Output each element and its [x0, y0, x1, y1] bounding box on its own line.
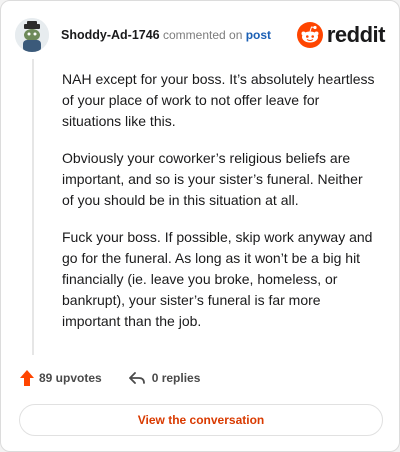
- avatar-snoo-icon: [15, 18, 49, 52]
- author-username[interactable]: Shoddy-Ad-1746: [61, 28, 160, 42]
- comment-meta: Shoddy-Ad-1746 commented on post: [61, 28, 271, 42]
- comment-footer: 89 upvotes 0 replies: [19, 369, 200, 387]
- replies-label: 0 replies: [151, 371, 201, 385]
- comment-paragraph: Obviously your coworker’s religious beli…: [62, 150, 363, 208]
- reply-count[interactable]: 0 replies: [128, 370, 201, 386]
- comment-header: Shoddy-Ad-1746 commented on post reddit: [15, 15, 386, 55]
- reply-arrow-icon: [128, 372, 145, 384]
- upvote-count[interactable]: 89 upvotes: [19, 369, 102, 387]
- reddit-logo[interactable]: reddit: [296, 22, 386, 48]
- comment-paragraph: Fuck your boss. If possible, skip work a…: [62, 229, 373, 329]
- post-link[interactable]: post: [246, 28, 271, 42]
- upvotes-label: 89 upvotes: [39, 371, 102, 385]
- reddit-snoo-icon: [296, 22, 323, 48]
- upvote-arrow-icon: [20, 370, 34, 386]
- comment-card: Shoddy-Ad-1746 commented on post reddit …: [0, 0, 400, 452]
- brand-wordmark: reddit: [326, 22, 386, 47]
- action-text: commented on: [162, 28, 243, 42]
- comment-paragraph: NAH except for your boss. It’s absolutel…: [62, 71, 375, 129]
- user-avatar[interactable]: [15, 18, 49, 52]
- view-conversation-label: View the conversation: [137, 413, 265, 427]
- comment-body: NAH except for your boss. It’s absolutel…: [62, 69, 378, 348]
- thread-line: [32, 59, 34, 355]
- view-conversation-button[interactable]: View the conversation: [19, 404, 383, 436]
